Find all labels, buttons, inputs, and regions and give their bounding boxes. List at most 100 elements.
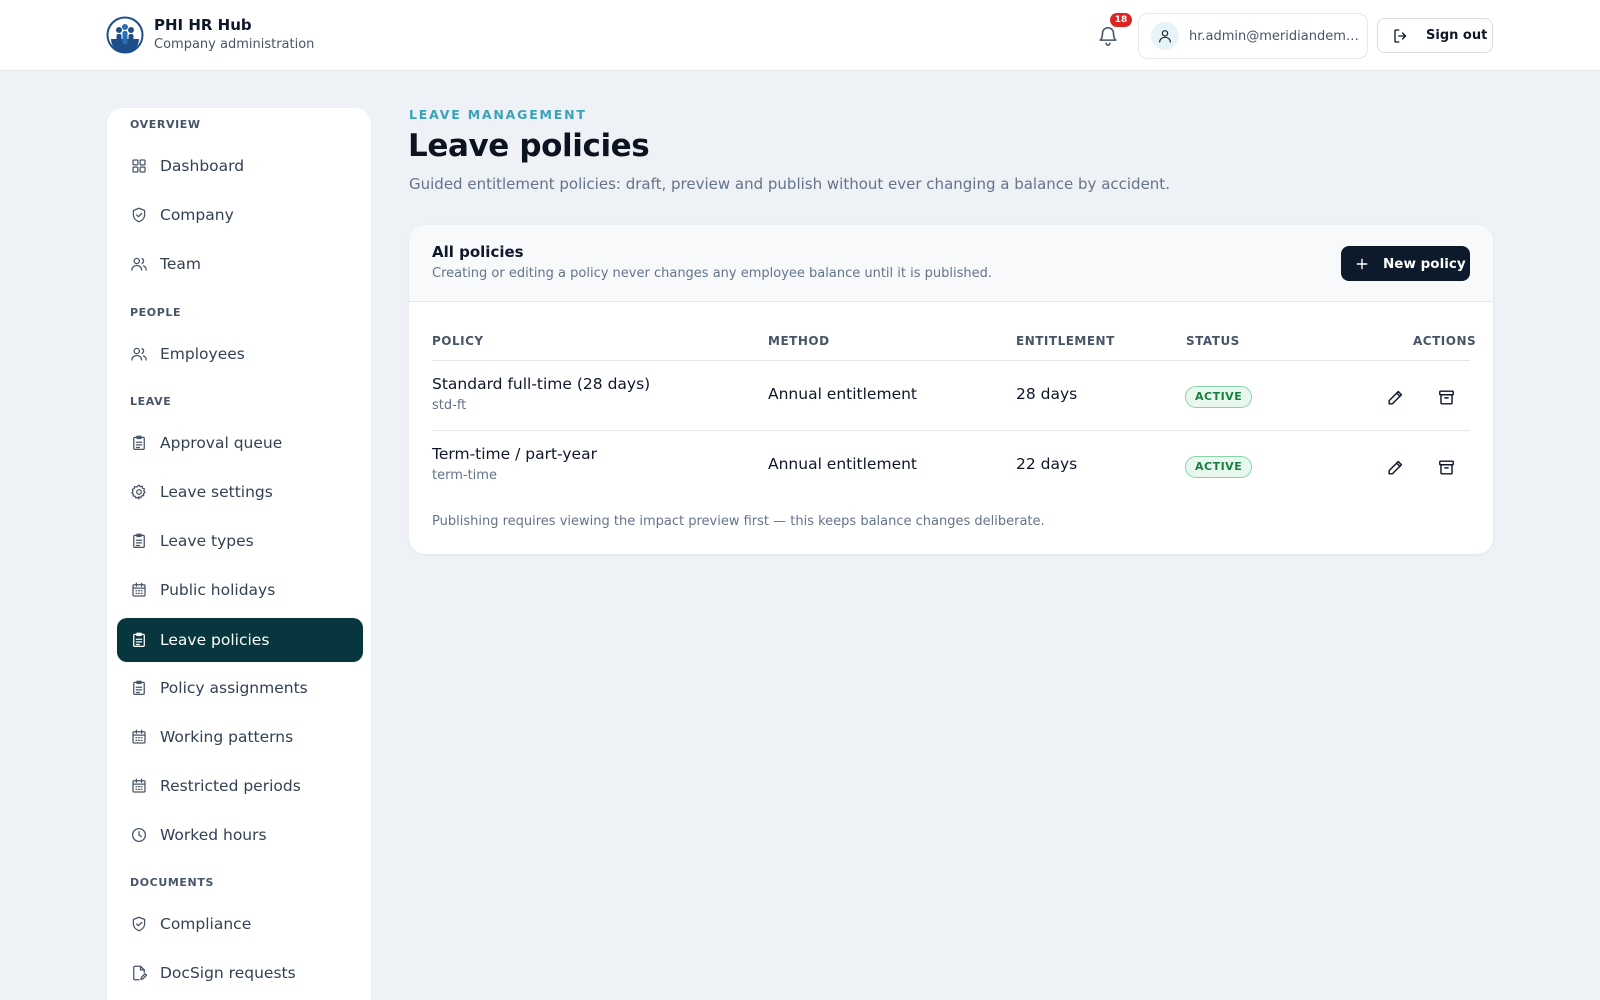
clipboard-icon <box>133 632 145 648</box>
sidebar-item-label: Restricted periods <box>160 777 301 795</box>
policy-name: Term-time / part-year <box>432 445 597 463</box>
new-policy-button[interactable]: New policy <box>1341 246 1470 281</box>
sign-out-button[interactable]: Sign out <box>1377 18 1493 53</box>
users-icon <box>131 347 147 361</box>
sidebar-item-label: Company <box>160 206 234 224</box>
brand[interactable]: PHI HR Hub Company administration <box>106 16 314 54</box>
publishing-note: Publishing requires viewing the impact p… <box>432 514 1045 529</box>
sidebar-item-company[interactable]: Company <box>117 193 363 237</box>
sign-out-icon <box>1394 28 1407 43</box>
pencil-icon <box>1387 390 1402 405</box>
sidebar-item-worked-hours[interactable]: Worked hours <box>117 813 363 857</box>
edit-policy-button[interactable] <box>1383 385 1407 409</box>
sidebar-item-dashboard[interactable]: Dashboard <box>117 144 363 188</box>
card-header: All policies Creating or editing a polic… <box>409 225 1493 302</box>
document-sign-icon <box>133 965 148 981</box>
policy-entitlement: 28 days <box>1016 385 1078 403</box>
sidebar-item-label: Public holidays <box>160 581 276 599</box>
column-header-status: STATUS <box>1186 334 1240 348</box>
sidebar-item-label: Leave settings <box>160 483 273 501</box>
sidebar-item-label: Working patterns <box>160 728 294 746</box>
card-title: All policies <box>432 243 524 261</box>
section-label-overview: OVERVIEW <box>130 118 201 131</box>
sidebar-item-label: DocSign requests <box>160 964 296 982</box>
notification-count-badge: 18 <box>1110 13 1132 27</box>
pencil-icon <box>1387 460 1402 475</box>
grid-icon <box>132 159 146 173</box>
archive-policy-button[interactable] <box>1434 455 1458 479</box>
section-eyebrow: LEAVE MANAGEMENT <box>409 107 587 122</box>
sidebar-item-leave-types[interactable]: Leave types <box>117 519 363 563</box>
shield-icon <box>132 916 146 932</box>
edit-policy-button[interactable] <box>1383 455 1407 479</box>
sidebar-item-leave-policies[interactable]: Leave policies <box>117 618 363 662</box>
clipboard-icon <box>133 533 145 549</box>
account-email: hr.admin@meridiandemo.co.uk <box>1189 28 1359 44</box>
policy-name: Standard full-time (28 days) <box>432 375 651 393</box>
sidebar: OVERVIEW Dashboard Company Team PEOPLE E… <box>107 108 371 1000</box>
sidebar-item-label: Employees <box>160 345 245 363</box>
avatar <box>1151 22 1179 50</box>
sidebar-item-label: Team <box>160 255 201 273</box>
policy-code: term-time <box>432 468 497 483</box>
page-title: Leave policies <box>408 128 650 164</box>
bell-icon[interactable] <box>1097 24 1119 48</box>
column-header-policy: POLICY <box>432 334 484 348</box>
app-subtitle: Company administration <box>154 37 315 52</box>
calendar-icon <box>132 729 146 744</box>
policy-method: Annual entitlement <box>768 455 918 473</box>
sidebar-item-employees[interactable]: Employees <box>117 332 363 376</box>
calendar-icon <box>132 778 146 793</box>
sidebar-item-label: Dashboard <box>160 157 245 175</box>
status-badge: ACTIVE <box>1185 386 1253 408</box>
table-divider <box>432 360 1470 361</box>
gear-icon <box>131 484 146 500</box>
sidebar-item-approval-queue[interactable]: Approval queue <box>117 421 363 465</box>
policy-method: Annual entitlement <box>768 385 918 403</box>
user-icon <box>1159 30 1171 43</box>
policies-card: All policies Creating or editing a polic… <box>409 225 1493 554</box>
sidebar-item-restricted-periods[interactable]: Restricted periods <box>117 764 363 808</box>
new-policy-label: New policy <box>1383 255 1466 272</box>
card-subtitle: Creating or editing a policy never chang… <box>432 266 993 281</box>
column-header-entitlement: ENTITLEMENT <box>1016 334 1115 348</box>
sidebar-item-label: Compliance <box>160 915 252 933</box>
sidebar-item-label: Leave policies <box>160 631 270 649</box>
policy-code: std-ft <box>432 398 467 413</box>
sidebar-item-leave-settings[interactable]: Leave settings <box>117 470 363 514</box>
column-header-actions: ACTIONS <box>1413 334 1477 348</box>
sign-out-label: Sign out <box>1426 28 1488 43</box>
archive-icon <box>1438 459 1454 475</box>
column-header-method: METHOD <box>768 334 830 348</box>
sidebar-item-label: Worked hours <box>160 826 267 844</box>
section-label-leave: LEAVE <box>130 395 172 408</box>
top-bar: PHI HR Hub Company administration 18 hr.… <box>0 0 1600 71</box>
logo-icon <box>106 16 144 54</box>
section-label-documents: DOCUMENTS <box>130 876 214 889</box>
sidebar-item-label: Leave types <box>160 532 254 550</box>
plus-icon <box>1356 258 1368 269</box>
section-label-people: PEOPLE <box>130 306 182 319</box>
archive-policy-button[interactable] <box>1434 385 1458 409</box>
users-icon <box>131 257 147 271</box>
sidebar-item-policy-assignments[interactable]: Policy assignments <box>117 666 363 710</box>
account-menu-button[interactable]: hr.admin@meridiandemo.co.uk <box>1138 13 1368 59</box>
sidebar-item-compliance[interactable]: Compliance <box>117 902 363 946</box>
shield-icon <box>132 207 146 223</box>
sidebar-item-team[interactable]: Team <box>117 242 363 286</box>
sidebar-item-docsign-requests[interactable]: DocSign requests <box>117 951 363 995</box>
clock-icon <box>131 827 147 843</box>
calendar-icon <box>132 582 146 597</box>
app-name: PHI HR Hub <box>154 16 252 34</box>
clipboard-icon <box>133 680 145 696</box>
sidebar-item-public-holidays[interactable]: Public holidays <box>117 568 363 612</box>
archive-icon <box>1438 389 1454 405</box>
page-description: Guided entitlement policies: draft, prev… <box>409 175 1170 193</box>
sidebar-item-working-patterns[interactable]: Working patterns <box>117 715 363 759</box>
sidebar-item-label: Approval queue <box>160 434 283 452</box>
table-divider <box>432 430 1470 431</box>
sidebar-item-label: Policy assignments <box>160 679 308 697</box>
policy-entitlement: 22 days <box>1016 455 1078 473</box>
clipboard-icon <box>133 435 145 451</box>
status-badge: ACTIVE <box>1185 456 1253 478</box>
